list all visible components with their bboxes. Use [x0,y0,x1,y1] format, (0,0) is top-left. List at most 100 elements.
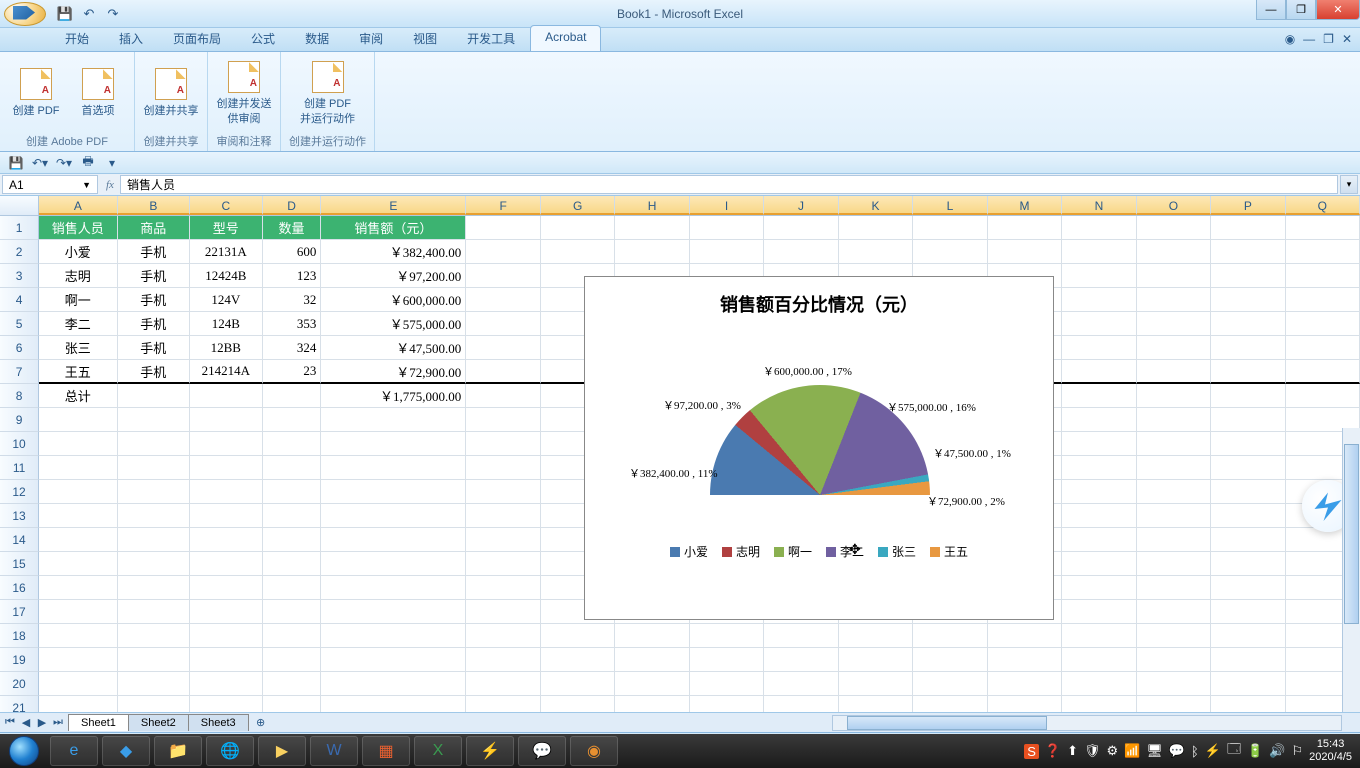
row-header[interactable]: 21 [0,696,39,712]
cell[interactable] [1062,528,1136,552]
cell[interactable] [321,624,466,648]
close-button[interactable]: ✕ [1316,0,1360,20]
cell[interactable] [263,624,322,648]
row-header[interactable]: 18 [0,624,39,648]
cell[interactable] [466,648,540,672]
cell[interactable]: ￥72,900.00 [321,360,466,384]
sheet-tab[interactable]: Sheet1 [68,714,129,731]
cell[interactable] [988,216,1062,240]
cell[interactable] [321,672,466,696]
task-chrome-icon[interactable]: 🌐 [206,736,254,766]
cell[interactable] [263,696,322,712]
cell[interactable] [541,624,615,648]
cell[interactable] [263,408,322,432]
cell[interactable]: ￥575,000.00 [321,312,466,336]
column-header[interactable]: F [466,196,540,215]
minimize-button[interactable]: — [1256,0,1286,20]
cell[interactable] [690,648,764,672]
cell[interactable] [1062,384,1136,408]
cell[interactable] [1137,672,1211,696]
ribbon-tab[interactable]: 数据 [290,25,344,51]
cell[interactable]: 手机 [118,264,191,288]
cell[interactable] [466,552,540,576]
cell[interactable] [1062,336,1136,360]
cell[interactable] [321,432,466,456]
cell[interactable] [913,624,987,648]
tray-clock[interactable]: 15:432020/4/5 [1309,738,1352,764]
cell[interactable]: 123 [263,264,322,288]
cell[interactable] [263,672,322,696]
cell[interactable] [39,600,117,624]
cell[interactable]: 124B [190,312,263,336]
cell[interactable] [1062,504,1136,528]
column-header[interactable]: M [988,196,1062,215]
cell[interactable]: 手机 [118,240,191,264]
prev-sheet-icon[interactable]: ◀ [18,716,34,729]
column-header[interactable]: A [39,196,117,215]
ribbon-tab[interactable]: 页面布局 [158,25,236,51]
cell[interactable] [1286,240,1360,264]
cell[interactable] [1286,288,1360,312]
cell[interactable] [190,528,263,552]
legend-item[interactable]: 小爱 [670,543,708,560]
cell[interactable] [1137,216,1211,240]
cell[interactable] [190,600,263,624]
ribbon-button[interactable]: 创建并发送供审阅 [216,56,272,131]
chart-legend[interactable]: 小爱志明啊一李二张三王五 [585,543,1053,560]
cell[interactable] [466,576,540,600]
cell[interactable] [1062,216,1136,240]
cell[interactable] [913,648,987,672]
first-sheet-icon[interactable]: ⏮ [2,716,18,729]
cell[interactable] [1062,240,1136,264]
cell[interactable] [39,456,117,480]
cell[interactable] [466,624,540,648]
cell[interactable] [541,672,615,696]
task-thunder-icon[interactable]: ⚡ [466,736,514,766]
row-header[interactable]: 13 [0,504,39,528]
row-header[interactable]: 1 [0,216,39,240]
cell[interactable] [263,504,322,528]
cell[interactable] [1062,552,1136,576]
office-button[interactable] [4,2,46,26]
cell[interactable] [1211,504,1285,528]
select-all-corner[interactable] [0,196,39,215]
scrollbar-thumb[interactable] [847,716,1047,730]
cell[interactable] [466,456,540,480]
cell[interactable]: 23 [263,360,322,384]
cell[interactable] [764,672,838,696]
cell[interactable] [1137,480,1211,504]
column-header[interactable]: J [764,196,838,215]
cell[interactable]: 总计 [39,384,117,408]
column-header[interactable]: H [615,196,689,215]
cell[interactable]: 销售额（元） [321,216,466,240]
cell[interactable] [1137,696,1211,712]
cell[interactable]: 销售人员 [39,216,117,240]
cell[interactable] [615,648,689,672]
cell[interactable] [466,240,540,264]
help-icon[interactable]: ◉ [1285,32,1295,46]
cell[interactable] [263,648,322,672]
cell[interactable] [1137,504,1211,528]
cell[interactable] [1211,648,1285,672]
cell[interactable] [1137,648,1211,672]
cell[interactable]: 353 [263,312,322,336]
cell[interactable] [615,672,689,696]
cell[interactable] [321,480,466,504]
cell[interactable] [263,576,322,600]
ribbon-tab[interactable]: Acrobat [530,25,601,51]
cell[interactable] [321,552,466,576]
cell[interactable] [1211,360,1285,384]
last-sheet-icon[interactable]: ⏭ [50,716,66,729]
cell[interactable] [118,504,191,528]
cell[interactable] [1137,432,1211,456]
close-workbook-icon[interactable]: ✕ [1342,32,1352,46]
cell[interactable] [541,696,615,712]
cell[interactable] [1211,600,1285,624]
row-header[interactable]: 11 [0,456,39,480]
cell[interactable] [1137,336,1211,360]
column-header[interactable]: L [913,196,987,215]
new-sheet-icon[interactable]: ⊕ [253,716,269,729]
cell[interactable]: ￥382,400.00 [321,240,466,264]
cell[interactable] [1062,312,1136,336]
cell[interactable] [263,528,322,552]
